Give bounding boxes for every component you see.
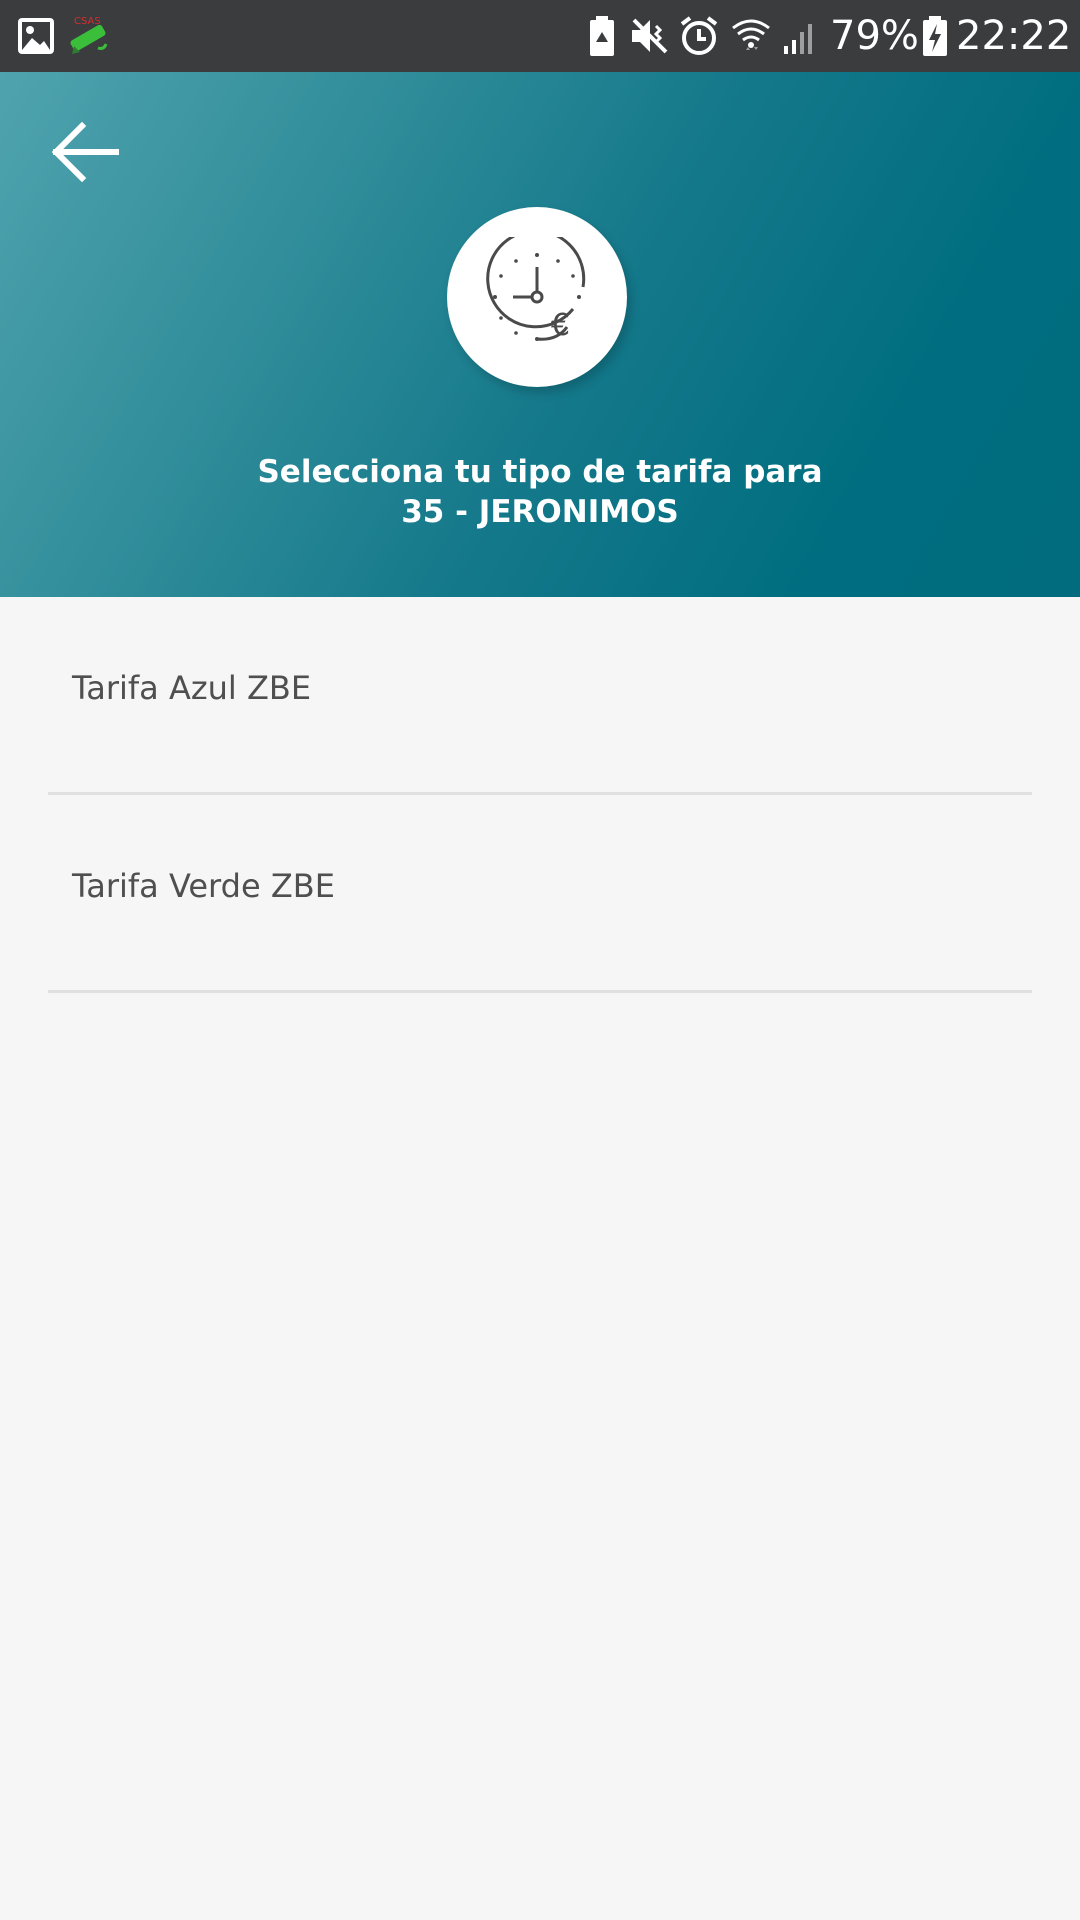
tariff-item-label: Tarifa Verde ZBE [72, 867, 335, 905]
clock: 22:22 [956, 13, 1072, 59]
battery-percentage: 79% [830, 13, 919, 59]
signal-icon [784, 24, 812, 54]
tariff-list: Tarifa Azul ZBE Tarifa Verde ZBE [0, 597, 1080, 993]
battery-charging-icon [923, 16, 947, 56]
alarm-icon [680, 16, 718, 55]
arrow-left-icon [51, 122, 119, 182]
page-title: Selecciona tu tipo de tarifa para 35 - J… [90, 452, 990, 532]
battery-saver-icon [590, 16, 614, 56]
status-bar: CSAS 79% 22:22 [0, 0, 1080, 72]
svg-text:CSAS: CSAS [74, 16, 101, 27]
vibrate-icon [632, 18, 668, 54]
tariff-item-verde[interactable]: Tarifa Verde ZBE [0, 795, 1080, 993]
page-title-line1: Selecciona tu tipo de tarifa para [257, 454, 823, 490]
app-notification-icon: CSAS [70, 16, 108, 54]
divider [48, 990, 1032, 993]
page-title-line2: 35 - JERONIMOS [401, 494, 679, 530]
header: € Selecciona tu tipo de tarifa para 35 -… [0, 72, 1080, 597]
tariff-item-label: Tarifa Azul ZBE [72, 669, 312, 707]
gallery-icon [18, 18, 54, 54]
logo-circle: € [447, 207, 627, 387]
svg-text:€: € [551, 308, 570, 343]
wifi-icon [732, 19, 770, 50]
back-button[interactable] [36, 112, 132, 192]
tariff-item-azul[interactable]: Tarifa Azul ZBE [0, 597, 1080, 795]
clock-euro-icon: € [486, 237, 586, 343]
